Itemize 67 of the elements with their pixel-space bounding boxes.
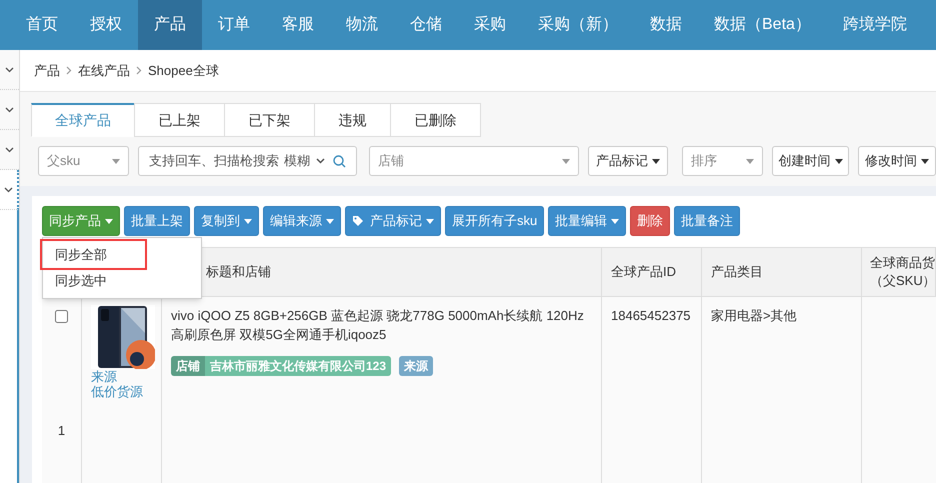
chevron-down-icon (4, 186, 13, 192)
chevron-right-icon (66, 66, 72, 75)
nav-item[interactable]: 客服 (266, 0, 330, 50)
toolbar-button[interactable]: 复制到 (194, 206, 259, 236)
nav-item[interactable]: 订单 (202, 0, 266, 50)
toolbar-button[interactable]: 删除 (630, 206, 670, 236)
caret-icon (834, 158, 842, 164)
nav-item[interactable]: 仓储 (394, 0, 458, 50)
select-field[interactable]: 父sku (38, 146, 129, 176)
tab[interactable]: 已上架 (134, 103, 225, 137)
tab[interactable]: 已下架 (224, 103, 315, 137)
tab[interactable]: 全球产品 (31, 103, 135, 137)
caret-icon (112, 158, 120, 164)
product-title: vivo iQOO Z5 8GB+256GB 蓝色起源 骁龙778G 5000mAh长续航 120Hz高刷原色屏 双模5G全网通手机iqooz5 (171, 307, 585, 344)
column-header: 全球产品ID (602, 248, 702, 296)
caret-icon (921, 158, 929, 164)
dropdown-button[interactable]: 创建时间 (772, 146, 849, 176)
toolbar-button[interactable]: 批量编辑 (548, 206, 626, 236)
source-link[interactable]: 低价货源 (91, 384, 161, 399)
caret-icon (562, 158, 570, 164)
dropdown-button[interactable]: 修改时间 (858, 146, 936, 176)
nav-item[interactable]: 数据 (634, 0, 698, 50)
checkbox[interactable] (55, 310, 68, 323)
toolbar-button[interactable]: 同步产品 (42, 206, 120, 236)
nav-item[interactable]: 物流 (330, 0, 394, 50)
breadcrumb-link[interactable]: 在线产品 (78, 60, 130, 80)
chevron-right-icon (136, 66, 142, 75)
chevron-down-icon (5, 106, 14, 112)
store-name: 吉林市丽雅文化传媒有限公司123 (205, 356, 392, 376)
breadcrumb-link[interactable]: 产品 (34, 60, 60, 80)
caret-icon (652, 158, 660, 164)
nav-item[interactable]: 采购 (458, 0, 522, 50)
nav-item[interactable]: 首页 (10, 0, 74, 50)
table-cell: 18465452375 (611, 308, 691, 323)
nav-item[interactable]: 产品 (138, 0, 202, 50)
tab[interactable]: 违规 (314, 103, 391, 137)
column-header: 产品类目 (702, 248, 862, 296)
badge-label: 店铺 (171, 356, 205, 376)
toolbar-button[interactable]: 展开所有子sku (445, 206, 544, 236)
search-field[interactable]: 支持回车、扫描枪搜索 模糊 (138, 146, 357, 176)
toolbar-button[interactable]: 批量上架 (124, 206, 190, 236)
chevron-down-icon (316, 158, 325, 164)
mode-dropdown[interactable]: 模糊 (284, 151, 325, 171)
row-number: 1 (58, 422, 66, 440)
toolbar-button[interactable]: 编辑来源 (263, 206, 341, 236)
caret-icon (746, 158, 754, 164)
chevron-down-icon (5, 146, 14, 152)
column-header: 全球商品货 （父SKU） (862, 248, 936, 296)
nav-item[interactable]: 采购（新） (522, 0, 634, 50)
toolbar-button[interactable]: 产品标记 (345, 206, 441, 236)
nav-item[interactable]: 数据（Beta） (698, 0, 827, 50)
table-cell: 家用电器>其他 (711, 308, 797, 323)
nav-item[interactable]: 跨境学院 (826, 0, 923, 50)
nav-item[interactable]: 授权 (74, 0, 138, 50)
search-icon[interactable] (333, 154, 346, 168)
select-field[interactable]: 排序 (682, 146, 763, 176)
breadcrumb-link[interactable]: Shopee全球 (148, 60, 219, 80)
search-input[interactable]: 支持回车、扫描枪搜索 (149, 151, 284, 171)
toolbar-button[interactable]: 批量备注 (674, 206, 740, 236)
source-badge: 来源 (399, 356, 434, 376)
chevron-down-icon (5, 66, 14, 72)
tag-icon (352, 215, 364, 227)
select-field[interactable]: 店铺 (369, 146, 579, 176)
sidebar-item[interactable] (0, 170, 19, 210)
tab[interactable]: 已删除 (390, 103, 481, 137)
dropdown-button[interactable]: 产品标记 (588, 146, 668, 176)
source-link[interactable]: 来源 (91, 369, 161, 384)
